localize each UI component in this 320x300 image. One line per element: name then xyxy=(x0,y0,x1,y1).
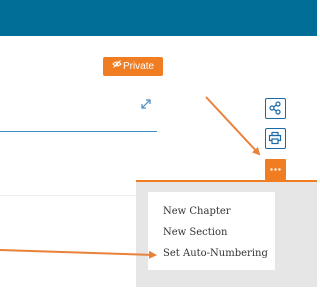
content-divider xyxy=(0,195,140,196)
private-badge: Private xyxy=(103,57,163,76)
top-header-bar xyxy=(0,0,317,36)
title-field-underline xyxy=(0,131,157,132)
menu-item-new-chapter[interactable]: New Chapter xyxy=(163,206,231,217)
more-options-menu: New Chapter New Section Set Auto-Numberi… xyxy=(148,192,275,270)
more-options-button[interactable] xyxy=(265,159,286,180)
ellipsis-icon xyxy=(270,168,281,171)
arrow-to-auto-numbering xyxy=(0,249,157,259)
eye-slash-icon xyxy=(112,56,122,75)
menu-item-new-section[interactable]: New Section xyxy=(163,227,227,238)
print-button[interactable] xyxy=(265,128,286,149)
share-icon xyxy=(269,101,281,115)
share-button[interactable] xyxy=(265,98,286,119)
arrow-to-more-button xyxy=(205,96,261,156)
menu-item-set-auto-numbering[interactable]: Set Auto-Numbering xyxy=(163,248,268,259)
private-badge-label: Private xyxy=(122,61,155,73)
expand-icon[interactable] xyxy=(139,97,153,111)
print-icon xyxy=(268,131,282,145)
